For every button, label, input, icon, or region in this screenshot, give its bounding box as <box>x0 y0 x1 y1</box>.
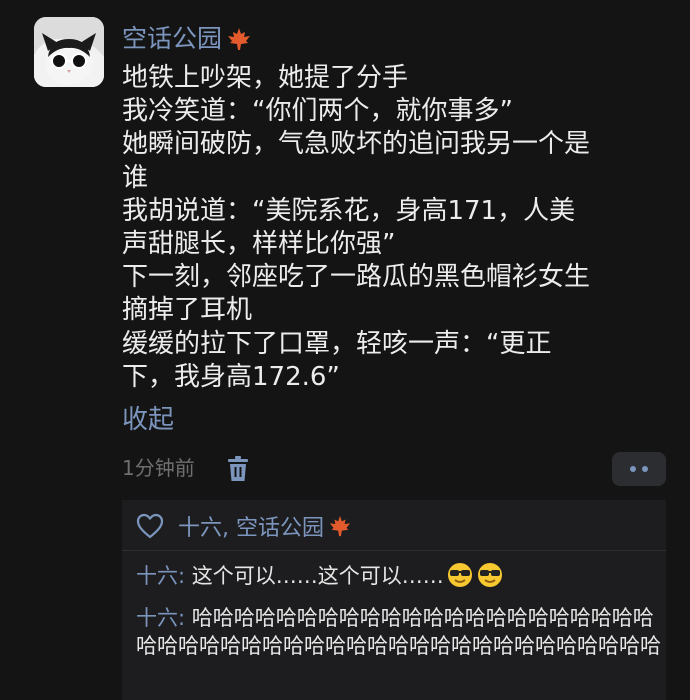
post-body: 地铁上吵架，她提了分手 我冷笑道：“你们两个，就你事多” 她瞬间破防，气急败坏的… <box>122 62 662 394</box>
sunglasses-emoji <box>476 562 504 595</box>
comment-author[interactable]: 十六: <box>136 564 185 588</box>
comment-text: 这个可以……这个可以…… <box>185 564 444 588</box>
comment-text: 哈哈哈哈哈哈哈哈哈哈哈哈哈哈哈哈哈哈哈哈哈哈哈哈哈哈哈哈哈哈哈哈哈哈哈哈哈哈哈哈… <box>136 606 661 658</box>
username[interactable]: 空话公园 <box>122 20 252 58</box>
post-line: 摘掉了耳机 <box>122 295 253 326</box>
more-dot-icon <box>630 466 636 472</box>
more-button[interactable] <box>612 452 666 486</box>
avatar[interactable] <box>34 17 104 87</box>
collapse-link[interactable]: 收起 <box>122 402 174 438</box>
username-text[interactable]: 空话公园 <box>122 20 222 58</box>
likes-names[interactable]: 十六, 空话公园 <box>178 510 324 542</box>
post-line: 我冷笑道：“你们两个，就你事多” <box>122 96 513 127</box>
comment-author[interactable]: 十六: <box>136 606 185 630</box>
comment-item[interactable]: 十六: 这个可以……这个可以…… <box>136 562 662 595</box>
sunglasses-emoji <box>446 562 474 595</box>
likes-row[interactable]: 十六, 空话公园 <box>136 510 352 542</box>
maple-leaf-icon <box>328 514 352 538</box>
post-line: 地铁上吵架，她提了分手 <box>122 63 409 93</box>
post-line: 她瞬间破防，气急败坏的追问我另一个是 <box>122 129 591 160</box>
post-line: 缓缓的拉下了口罩，轻咳一声：“更正 <box>122 328 552 359</box>
timestamp: 1分钟前 <box>122 456 195 480</box>
divider <box>122 550 666 551</box>
post-line: 下，我身高172.6” <box>122 361 340 392</box>
post-line: 我胡说道：“美院系花，身高171，人美 <box>122 195 576 226</box>
trash-icon[interactable] <box>226 456 250 482</box>
more-dot-icon <box>642 466 648 472</box>
post-line: 声甜腿长，样样比你强” <box>122 229 396 260</box>
post-line: 下一刻，邻座吃了一路瓜的黑色帽衫女生 <box>122 262 591 293</box>
post-line: 谁 <box>122 162 149 193</box>
maple-leaf-icon <box>226 26 252 52</box>
heart-icon[interactable] <box>136 513 164 539</box>
comment-item[interactable]: 十六: 哈哈哈哈哈哈哈哈哈哈哈哈哈哈哈哈哈哈哈哈哈哈哈哈哈哈哈哈哈哈哈哈哈哈哈哈… <box>136 604 662 660</box>
comments-panel: 十六, 空话公园 <box>122 500 666 700</box>
